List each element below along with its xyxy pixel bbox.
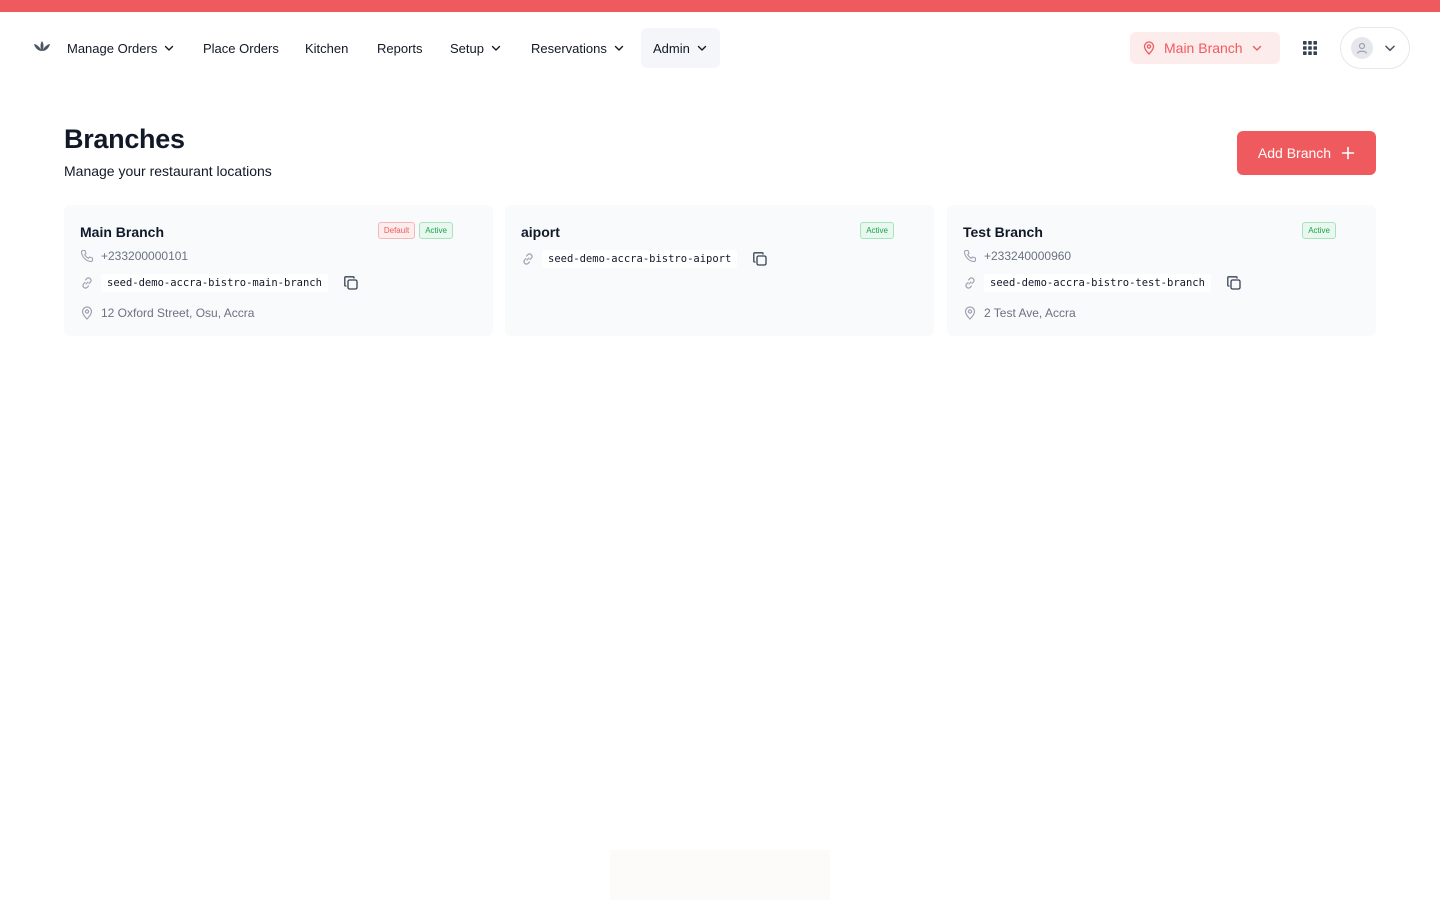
branch-phone-row: +233240000960 xyxy=(963,249,1071,263)
nav-setup[interactable]: Setup xyxy=(438,28,514,68)
copy-slug-button[interactable] xyxy=(343,275,359,291)
status-badge: Active xyxy=(1302,222,1336,239)
copy-icon xyxy=(344,276,358,290)
nav-reports-label: Reports xyxy=(377,40,423,56)
link-icon xyxy=(523,253,533,265)
branch-badges: Active xyxy=(860,222,894,239)
default-badge: Default xyxy=(377,222,416,239)
nav-reports[interactable]: Reports xyxy=(365,28,435,68)
branch-name: Main Branch xyxy=(80,224,165,240)
user-icon xyxy=(1356,42,1368,54)
nav-manage-orders[interactable]: Manage Orders xyxy=(55,28,187,68)
phone-icon xyxy=(963,249,977,263)
branch-slug: seed-demo-accra-bistro-main-branch xyxy=(101,274,328,292)
phone-icon xyxy=(80,249,94,263)
branch-phone-row: +233200000101 xyxy=(80,249,188,263)
chevron-down-icon xyxy=(165,45,174,51)
nav-reservations-label: Reservations xyxy=(531,40,607,56)
branch-address: 2 Test Ave, Accra xyxy=(984,306,1076,320)
page-title: Branches xyxy=(64,124,185,154)
status-badge: Active xyxy=(860,222,894,239)
apps-grid-button[interactable] xyxy=(1298,36,1322,60)
branch-address-row: 12 Oxford Street, Osu, Accra xyxy=(80,306,254,320)
branch-card-main-branch[interactable]: Main Branch Default Active +233200000101… xyxy=(64,205,493,336)
nav-place-orders[interactable]: Place Orders xyxy=(191,28,291,68)
branch-address: 12 Oxford Street, Osu, Accra xyxy=(101,306,255,320)
grid-icon xyxy=(1303,41,1317,55)
chevron-down-icon xyxy=(1252,45,1261,51)
branch-slug: seed-demo-accra-bistro-aiport xyxy=(542,250,738,268)
branch-badges: Default Active xyxy=(377,222,453,239)
chevron-down-icon xyxy=(1385,45,1395,52)
nav-admin-label: Admin xyxy=(653,40,690,56)
map-pin-icon xyxy=(81,306,93,320)
nav-admin[interactable]: Admin xyxy=(641,28,720,68)
branch-selector[interactable]: Main Branch xyxy=(1130,32,1280,64)
nav-kitchen-label: Kitchen xyxy=(305,40,349,56)
branch-address-row: 2 Test Ave, Accra xyxy=(963,306,1076,320)
top-accent-strip xyxy=(0,0,1440,12)
link-icon xyxy=(82,277,92,289)
nav-reservations[interactable]: Reservations xyxy=(519,28,637,68)
bottom-toast-area xyxy=(610,850,830,900)
chevron-down-icon xyxy=(697,45,707,51)
avatar xyxy=(1351,37,1373,59)
chevron-down-icon xyxy=(614,45,624,51)
branch-card-test-branch[interactable]: Test Branch Active +233240000960 seed-de… xyxy=(947,205,1376,336)
branch-phone: +233200000101 xyxy=(101,249,189,263)
nav-manage-orders-label: Manage Orders xyxy=(67,40,158,56)
nav-kitchen[interactable]: Kitchen xyxy=(293,28,360,68)
branch-phone: +233240000960 xyxy=(984,249,1072,263)
copy-icon xyxy=(753,252,767,266)
lotus-logo-icon[interactable] xyxy=(33,39,51,53)
map-pin-icon xyxy=(964,306,976,320)
page-subtitle: Manage your restaurant locations xyxy=(64,163,272,179)
plus-icon xyxy=(1341,146,1355,160)
link-icon xyxy=(965,277,975,289)
branch-card-aiport[interactable]: aiport Active seed-demo-accra-bistro-aip… xyxy=(505,205,934,336)
branch-slug-row: seed-demo-accra-bistro-test-branch xyxy=(963,274,1242,292)
branch-name: aiport xyxy=(521,224,560,240)
nav-setup-label: Setup xyxy=(450,40,484,56)
top-navbar: Manage Orders Place Orders Kitchen Repor… xyxy=(0,12,1440,84)
status-badge: Active xyxy=(419,222,453,239)
branch-slug-row: seed-demo-accra-bistro-main-branch xyxy=(80,274,359,292)
add-branch-button[interactable]: Add Branch xyxy=(1237,131,1376,175)
user-menu-button[interactable] xyxy=(1340,27,1410,69)
copy-icon xyxy=(1227,276,1241,290)
branch-selector-label: Main Branch xyxy=(1164,40,1243,56)
branch-slug: seed-demo-accra-bistro-test-branch xyxy=(984,274,1211,292)
branch-name: Test Branch xyxy=(963,224,1043,240)
branch-slug-row: seed-demo-accra-bistro-aiport xyxy=(521,250,768,268)
add-branch-label: Add Branch xyxy=(1257,145,1332,161)
branch-badges: Active xyxy=(1302,222,1336,239)
copy-slug-button[interactable] xyxy=(1226,275,1242,291)
nav-place-orders-label: Place Orders xyxy=(203,40,279,56)
copy-slug-button[interactable] xyxy=(752,251,768,267)
map-pin-icon xyxy=(1143,41,1155,55)
chevron-down-icon xyxy=(491,45,501,51)
